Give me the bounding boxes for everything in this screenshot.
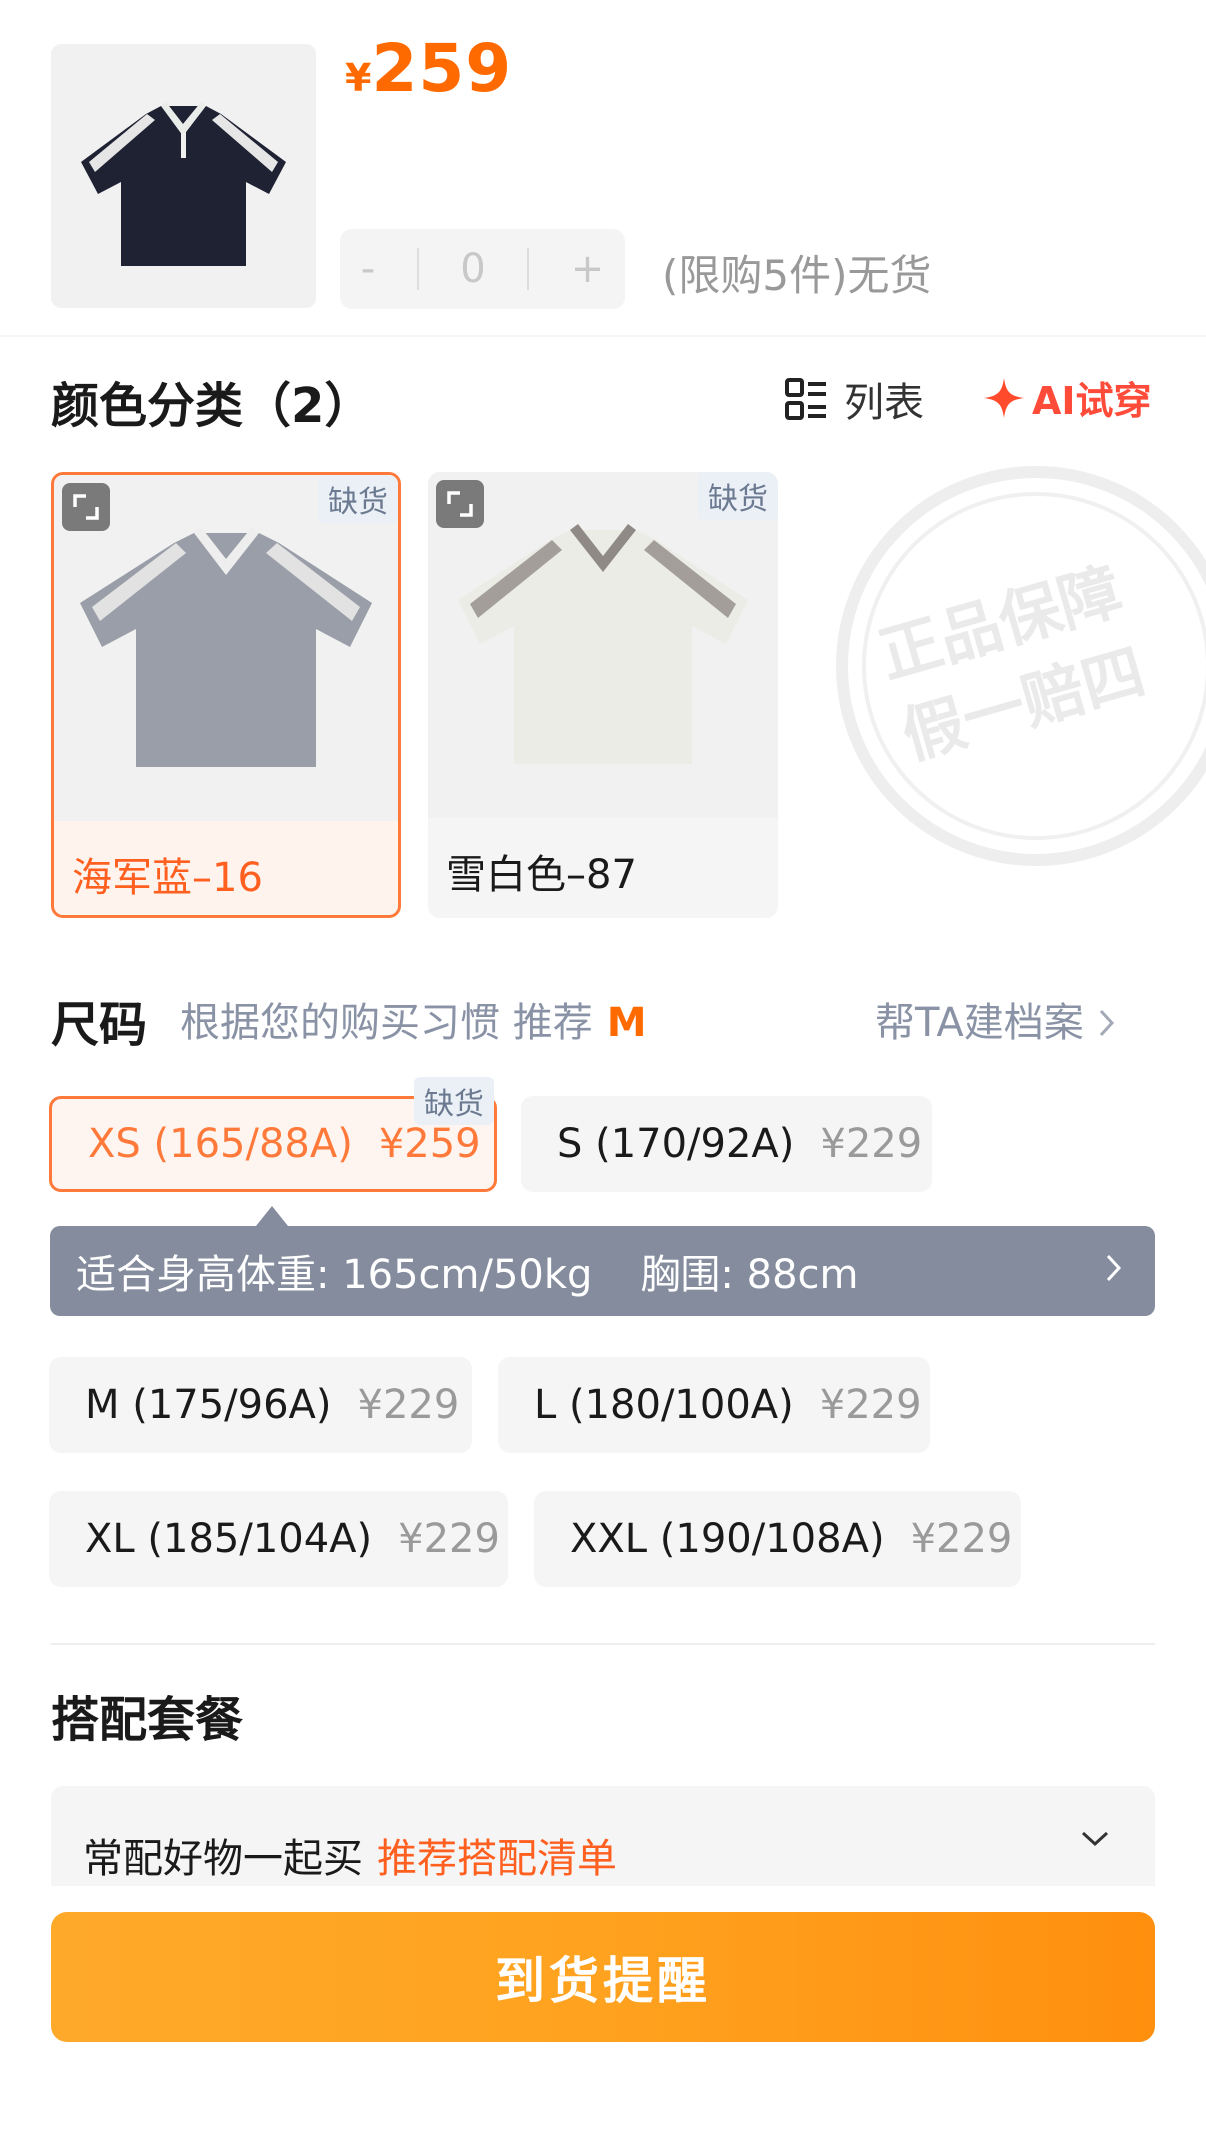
product-thumbnail[interactable]	[51, 44, 316, 308]
product-price: ¥259	[345, 30, 512, 107]
section-divider	[51, 1643, 1155, 1645]
color-option-label: 海军蓝–16	[72, 855, 263, 901]
increment-button[interactable]: +	[571, 246, 605, 292]
size-option-price: ¥229	[819, 1382, 922, 1428]
size-option-price: ¥229	[820, 1121, 923, 1167]
size-option-label: M (175/96A)	[85, 1382, 332, 1428]
size-recommendation: 根据您的购买习惯 推荐 M	[180, 990, 647, 1048]
fit-chest: 胸围: 88cm	[640, 1252, 859, 1298]
decrement-button[interactable]: -	[361, 246, 375, 292]
size-option-m[interactable]: M (175/96A) ¥229	[49, 1357, 472, 1453]
polo-navy-image	[81, 102, 286, 266]
combo-text: 常配好物一起买 推荐搭配清单	[83, 1826, 617, 1884]
size-option-xxl[interactable]: XXL (190/108A) ¥229	[534, 1491, 1021, 1587]
ai-try-on-label: AI试穿	[1032, 379, 1152, 423]
size-option-label: XXL (190/108A)	[570, 1516, 885, 1562]
create-profile-label: 帮TA建档案	[875, 1000, 1084, 1046]
color-option-white[interactable]: 缺货 雪白色–87	[428, 472, 778, 918]
combo-recommend-link[interactable]: 推荐搭配清单	[377, 1836, 617, 1882]
quantity-stepper[interactable]: - 0 +	[340, 229, 625, 309]
combo-section-title: 搭配套餐	[51, 1692, 244, 1748]
size-option-price: ¥259	[378, 1121, 481, 1167]
size-option-label: XL (185/104A)	[85, 1516, 373, 1562]
size-option-label: L (180/100A)	[534, 1382, 794, 1428]
size-option-xl[interactable]: XL (185/104A) ¥229	[49, 1491, 508, 1587]
fit-height-weight: 适合身高体重: 165cm/50kg	[76, 1252, 593, 1298]
sparkle-icon	[984, 377, 1024, 418]
expand-icon[interactable]	[436, 480, 484, 528]
size-option-price: ¥229	[398, 1516, 500, 1562]
section-divider	[0, 335, 1206, 337]
size-option-price: ¥229	[910, 1516, 1013, 1562]
chevron-down-icon[interactable]	[1078, 1828, 1112, 1850]
arrival-notification-button[interactable]: 到货提醒	[51, 1912, 1155, 2042]
out-of-stock-tag: 缺货	[414, 1077, 494, 1125]
size-option-l[interactable]: L (180/100A) ¥229	[498, 1357, 930, 1453]
color-option-navy[interactable]: 缺货 海军蓝–16	[51, 472, 401, 918]
create-profile-link[interactable]: 帮TA建档案	[875, 990, 1118, 1048]
chevron-right-icon	[1100, 1009, 1115, 1037]
stepper-divider	[527, 248, 530, 290]
out-of-stock-tag: 缺货	[698, 472, 778, 520]
fit-info-pointer	[256, 1206, 288, 1226]
color-option-label: 雪白色–87	[446, 852, 637, 898]
ai-try-on-button[interactable]: AI试穿	[984, 370, 1152, 425]
size-section-title: 尺码	[51, 997, 148, 1053]
size-option-label: XS (165/88A)	[88, 1121, 353, 1167]
size-recommendation-text: 根据您的购买习惯 推荐	[180, 1000, 593, 1046]
color-section-title: 颜色分类（2）	[51, 378, 373, 434]
list-icon	[785, 378, 826, 420]
currency-symbol: ¥	[345, 56, 372, 100]
chevron-right-icon	[1106, 1254, 1122, 1282]
fit-info-bar[interactable]: 适合身高体重: 165cm/50kg 胸围: 88cm	[50, 1226, 1155, 1316]
size-option-s[interactable]: S (170/92A) ¥229	[521, 1096, 932, 1192]
out-of-stock-tag: 缺货	[318, 475, 398, 523]
combo-description: 常配好物一起买	[83, 1836, 363, 1882]
list-view-label: 列表	[844, 380, 924, 426]
quantity-value[interactable]: 0	[460, 246, 485, 292]
size-option-label: S (170/92A)	[557, 1121, 795, 1167]
price-value: 259	[371, 30, 513, 107]
purchase-limit-text: (限购5件)无货	[662, 251, 932, 300]
size-option-price: ¥229	[357, 1382, 460, 1428]
expand-icon[interactable]	[62, 483, 110, 531]
stepper-divider	[416, 248, 419, 290]
recommended-size: M	[606, 1000, 647, 1046]
list-view-button[interactable]: 列表	[784, 370, 924, 428]
